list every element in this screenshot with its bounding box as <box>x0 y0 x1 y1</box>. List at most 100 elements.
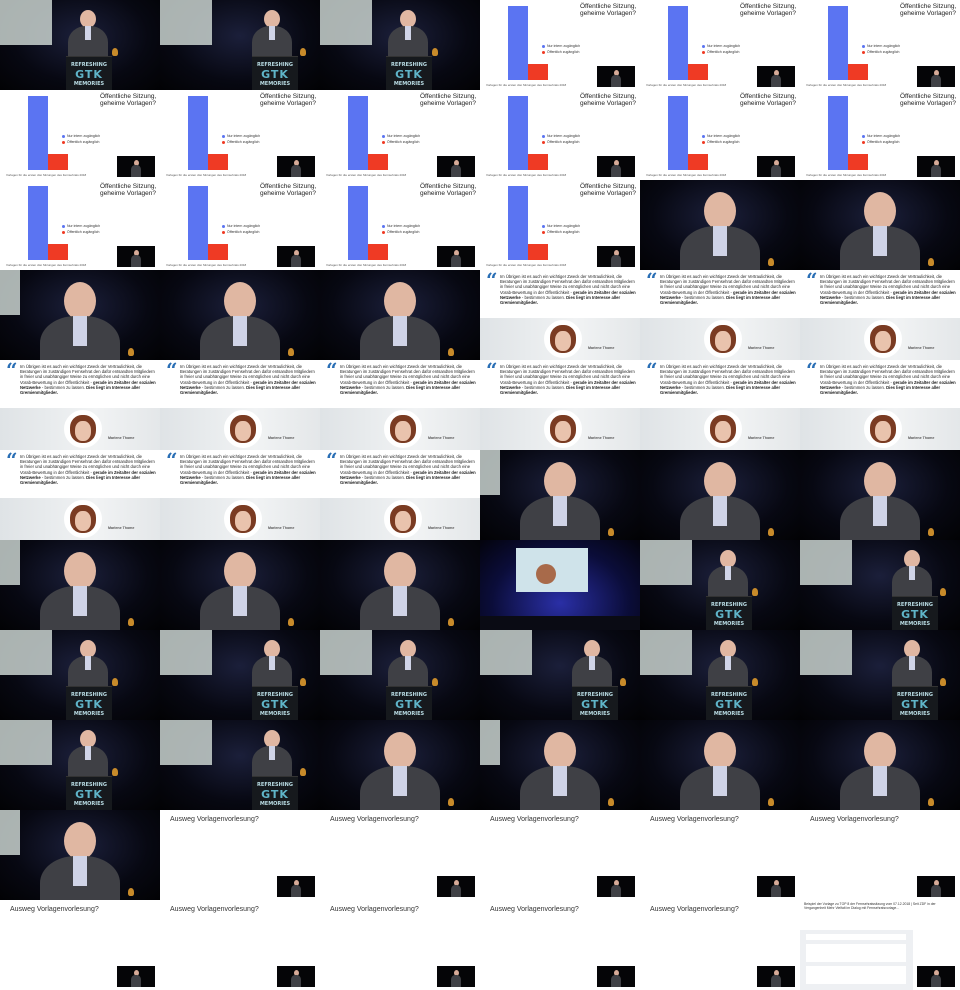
video-frame-podium[interactable]: REFRESHING GTK MEMORIES <box>640 540 800 630</box>
video-frame-quote-slide[interactable]: “Im Übrigen ist es auch ein wichtiger Zw… <box>0 360 160 450</box>
video-frame-podium[interactable]: REFRESHING GTK MEMORIES <box>640 630 800 720</box>
video-frame-quote-slide[interactable]: “Im Übrigen ist es auch ein wichtiger Zw… <box>320 360 480 450</box>
video-frame-ausweg-slide[interactable]: Ausweg Vorlagenvorlesung? <box>480 810 640 900</box>
video-frame-ausweg-slide[interactable]: Ausweg Vorlagenvorlesung? <box>160 900 320 990</box>
video-frame-speaker-closeup[interactable] <box>320 270 480 360</box>
chart-bar-nur-intern <box>28 186 48 260</box>
video-frame-chart-slide[interactable]: Öffentliche Sitzung, geheime Vorlagen? Nur… <box>160 180 320 270</box>
inset-speaker-body <box>611 975 621 987</box>
legend-label: Nur intern zugänglich <box>67 134 101 138</box>
video-frame-speaker-closeup[interactable] <box>0 270 160 360</box>
inset-speaker <box>771 70 781 87</box>
video-frame-chart-slide[interactable]: Öffentliche Sitzung, geheime Vorlagen? Nur… <box>320 180 480 270</box>
video-frame-podium[interactable]: REFRESHING GTK MEMORIES <box>800 540 960 630</box>
legend-label: Öffentlich zugänglich <box>867 50 900 54</box>
video-frame-podium[interactable]: REFRESHING GTK MEMORIES <box>160 0 320 90</box>
video-frame-speaker-closeup[interactable] <box>320 720 480 810</box>
video-frame-podium[interactable]: REFRESHING GTK MEMORIES <box>800 630 960 720</box>
chart-title-line1: Öffentliche Sitzung, <box>420 93 477 100</box>
chart-legend-item: Nur intern zugänglich <box>382 224 420 228</box>
video-frame-speaker-closeup[interactable] <box>0 540 160 630</box>
inset-speaker-body <box>291 975 301 987</box>
video-frame-chart-slide[interactable]: Öffentliche Sitzung, geheime Vorlagen? Nur… <box>320 90 480 180</box>
video-frame-chart-slide[interactable]: Öffentliche Sitzung, geheime Vorlagen? Nur… <box>480 180 640 270</box>
video-frame-podium[interactable]: REFRESHING GTK MEMORIES <box>480 630 640 720</box>
legend-label: Nur intern zugänglich <box>387 224 421 228</box>
projection-screen <box>320 630 372 675</box>
podium-logo-line2: GTK <box>715 698 743 711</box>
video-frame-speaker-closeup[interactable] <box>800 180 960 270</box>
speaker-inset-video <box>917 966 955 987</box>
podium-logo: REFRESHING GTK MEMORIES <box>572 686 618 720</box>
video-frame-ausweg-slide[interactable]: Ausweg Vorlagenvorlesung? <box>0 900 160 990</box>
speaker-figure <box>40 552 120 630</box>
video-frame-chart-slide[interactable]: Öffentliche Sitzung, geheime Vorlagen? Nur… <box>0 180 160 270</box>
video-frame-quote-slide[interactable]: “Im Übrigen ist es auch ein wichtiger Zw… <box>480 270 640 360</box>
flower-decoration <box>940 678 946 686</box>
video-frame-podium[interactable]: REFRESHING GTK MEMORIES <box>160 630 320 720</box>
video-frame-speaker-closeup[interactable] <box>480 720 640 810</box>
video-frame-chart-slide[interactable]: Öffentliche Sitzung, geheime Vorlagen? Nur… <box>640 90 800 180</box>
chart-title: Öffentliche Sitzung, geheime Vorlagen? <box>740 93 796 107</box>
video-frame-quote-slide[interactable]: “Im Übrigen ist es auch ein wichtiger Zw… <box>800 270 960 360</box>
video-frame-speaker-closeup[interactable] <box>480 450 640 540</box>
video-frame-podium[interactable]: REFRESHING GTK MEMORIES <box>160 720 320 810</box>
projected-portrait <box>536 564 556 584</box>
video-frame-speaker-closeup[interactable] <box>320 540 480 630</box>
video-frame-podium[interactable]: REFRESHING GTK MEMORIES <box>0 630 160 720</box>
video-frame-ausweg-slide[interactable]: Ausweg Vorlagenvorlesung? <box>640 900 800 990</box>
video-frame-speaker-closeup[interactable] <box>640 450 800 540</box>
legend-marker <box>542 44 545 48</box>
video-frame-ausweg-slide[interactable]: Ausweg Vorlagenvorlesung? <box>640 810 800 900</box>
video-frame-tweet-slide[interactable]: Beispiel der Vorlage zu TOP 8 der Fernse… <box>800 900 960 990</box>
slide-title: Ausweg Vorlagenvorlesung? <box>170 906 259 913</box>
video-frame-chart-slide[interactable]: Öffentliche Sitzung, geheime Vorlagen? Nur… <box>480 90 640 180</box>
chart-legend-item: Öffentlich zugänglich <box>382 230 419 234</box>
video-frame-chart-slide[interactable]: Öffentliche Sitzung, geheime Vorlagen? Nur… <box>640 0 800 90</box>
video-frame-chart-slide[interactable]: Öffentliche Sitzung, geheime Vorlagen? Nur… <box>800 90 960 180</box>
video-frame-chart-slide[interactable]: Öffentliche Sitzung, geheime Vorlagen? Nur… <box>800 0 960 90</box>
video-frame-podium[interactable]: REFRESHING GTK MEMORIES <box>320 630 480 720</box>
video-frame-quote-slide[interactable]: “Im Übrigen ist es auch ein wichtiger Zw… <box>320 450 480 540</box>
video-frame-ausweg-slide[interactable]: Ausweg Vorlagenvorlesung? <box>480 900 640 990</box>
video-frame-quote-slide[interactable]: “Im Übrigen ist es auch ein wichtiger Zw… <box>160 450 320 540</box>
video-frame-hall-wide[interactable] <box>480 540 640 630</box>
video-frame-podium[interactable]: REFRESHING GTK MEMORIES <box>320 0 480 90</box>
video-frame-quote-slide[interactable]: “Im Übrigen ist es auch ein wichtiger Zw… <box>160 360 320 450</box>
portrait-photo <box>864 410 902 448</box>
video-frame-speaker-closeup[interactable] <box>640 180 800 270</box>
chart-legend-item: Nur intern zugänglich <box>702 44 740 48</box>
video-frame-quote-slide[interactable]: “Im Übrigen ist es auch ein wichtiger Zw… <box>480 360 640 450</box>
video-frame-ausweg-slide[interactable]: Ausweg Vorlagenvorlesung? <box>320 810 480 900</box>
video-frame-speaker-closeup[interactable] <box>640 720 800 810</box>
video-frame-quote-slide[interactable]: “Im Übrigen ist es auch ein wichtiger Zw… <box>800 360 960 450</box>
chart-title: Öffentliche Sitzung, geheime Vorlagen? <box>420 183 476 197</box>
video-frame-ausweg-slide[interactable]: Ausweg Vorlagenvorlesung? <box>160 810 320 900</box>
video-frame-quote-slide[interactable]: “Im Übrigen ist es auch ein wichtiger Zw… <box>640 270 800 360</box>
portrait-photo <box>544 410 582 448</box>
speaker-figure <box>360 282 440 360</box>
chart-title-line1: Öffentliche Sitzung, <box>580 3 637 10</box>
video-frame-chart-slide[interactable]: Öffentliche Sitzung, geheime Vorlagen? Nur… <box>0 90 160 180</box>
speaker-shirt <box>233 586 247 616</box>
video-frame-chart-slide[interactable]: Öffentliche Sitzung, geheime Vorlagen? Nur… <box>480 0 640 90</box>
video-frame-speaker-closeup[interactable] <box>800 450 960 540</box>
speaker-figure <box>200 282 280 360</box>
podium-logo-line2: GTK <box>395 698 423 711</box>
video-frame-quote-slide[interactable]: “Im Übrigen ist es auch ein wichtiger Zw… <box>640 360 800 450</box>
video-frame-speaker-closeup[interactable] <box>160 540 320 630</box>
video-frame-speaker-closeup[interactable] <box>800 720 960 810</box>
video-frame-ausweg-slide[interactable]: Ausweg Vorlagenvorlesung? <box>320 900 480 990</box>
video-frame-quote-slide[interactable]: “Im Übrigen ist es auch ein wichtiger Zw… <box>0 450 160 540</box>
legend-marker <box>542 224 545 228</box>
speaker-figure <box>680 732 760 810</box>
video-frame-ausweg-slide[interactable]: Ausweg Vorlagenvorlesung? <box>800 810 960 900</box>
video-frame-speaker-closeup[interactable] <box>0 810 160 900</box>
video-frame-chart-slide[interactable]: Öffentliche Sitzung, geheime Vorlagen? Nur… <box>160 90 320 180</box>
video-frame-podium[interactable]: REFRESHING GTK MEMORIES <box>0 0 160 90</box>
flower-decoration <box>112 768 118 776</box>
inset-speaker <box>931 880 941 897</box>
video-frame-speaker-closeup[interactable] <box>160 270 320 360</box>
video-frame-podium[interactable]: REFRESHING GTK MEMORIES <box>0 720 160 810</box>
chart-legend-item: Nur intern zugänglich <box>62 134 100 138</box>
